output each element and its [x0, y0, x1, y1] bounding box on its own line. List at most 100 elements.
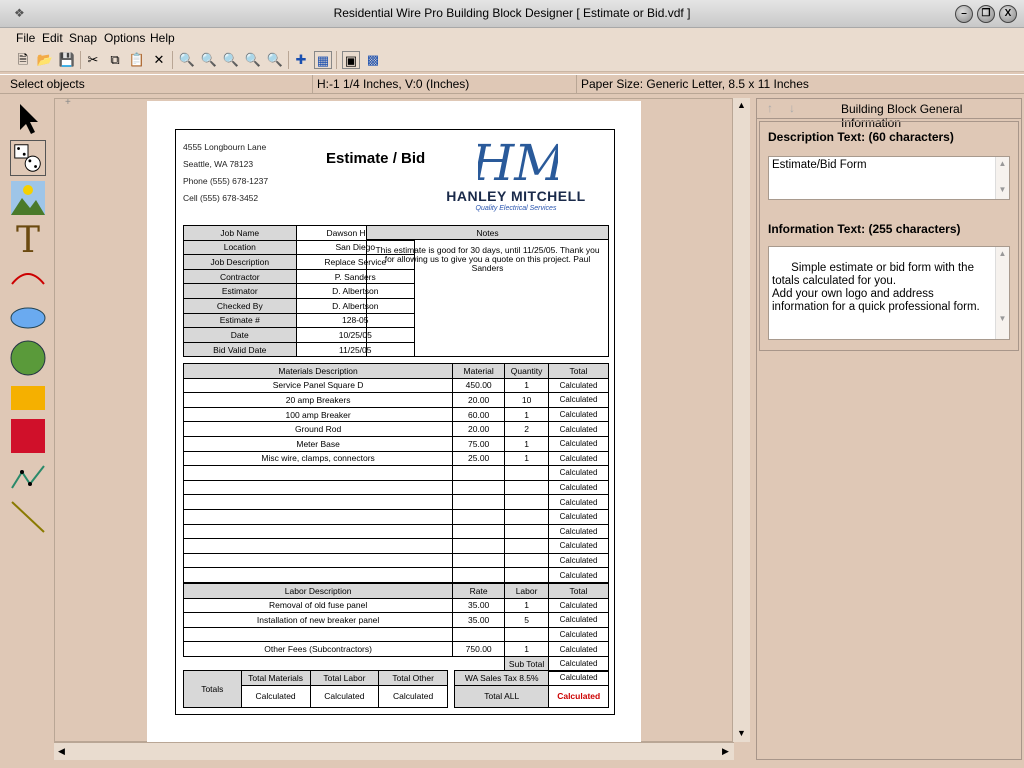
minimize-button[interactable]: –	[955, 5, 973, 23]
menu-edit[interactable]: Edit	[42, 31, 63, 45]
zoom-page-icon[interactable]: 🔍	[244, 51, 262, 69]
estimate-form[interactable]: 4555 Longbourn Lane Seattle, WA 78123 Ph…	[175, 129, 615, 715]
paste-icon[interactable]: 📋	[128, 51, 146, 69]
table-row: Calculated	[182, 538, 609, 554]
menu-bar: File Edit Snap Options Help	[0, 28, 1024, 48]
labor-cell: 35.00	[452, 597, 506, 614]
logo-company-name: HANLEY MITCHELL	[446, 188, 586, 204]
materials-cell: 1	[504, 450, 550, 467]
crosshair-icon[interactable]: ✚	[292, 51, 310, 69]
materials-cell	[182, 465, 454, 481]
materials-header: Quantity	[504, 363, 550, 379]
image-icon[interactable]	[10, 180, 46, 216]
vertical-scrollbar[interactable]: ▲ ▼	[732, 98, 750, 742]
materials-cell: 100 amp Breaker	[182, 406, 454, 423]
scroll-down-icon[interactable]: ▼	[737, 728, 746, 738]
move-up-icon[interactable]: ↑	[767, 101, 773, 115]
materials-cell	[182, 552, 454, 569]
menu-file[interactable]: File	[16, 31, 35, 45]
labor-header: Labor	[504, 583, 550, 599]
properties-panel: ↑ ↓ Building Block General Information D…	[756, 98, 1022, 760]
materials-cell: Calculated	[548, 392, 609, 408]
menu-help[interactable]: Help	[150, 31, 175, 45]
total-other-header: Total Other	[378, 670, 448, 686]
materials-cell	[504, 552, 550, 569]
close-button[interactable]: X	[999, 5, 1017, 23]
status-bar: Select objects H:-1 1/4 Inches, V:0 (Inc…	[0, 74, 1024, 94]
building-block-icon[interactable]	[10, 140, 46, 176]
scroll-right-icon[interactable]: ▶	[722, 746, 729, 757]
status-paper-size: Paper Size: Generic Letter, 8.5 x 11 Inc…	[576, 75, 1022, 94]
tax-label: WA Sales Tax 8.5%	[453, 670, 550, 686]
total-labor-value: Calculated	[309, 684, 380, 708]
zoom-width-icon[interactable]: 🔍	[266, 51, 284, 69]
scroll-left-icon[interactable]: ◀	[58, 746, 65, 757]
ellipse-icon[interactable]	[10, 300, 46, 336]
window-title: Residential Wire Pro Building Block Desi…	[333, 6, 691, 20]
description-scrollbar[interactable]: ▲ ▼	[995, 157, 1009, 199]
move-down-icon[interactable]: ↓	[789, 101, 795, 115]
labor-cell	[182, 626, 454, 643]
menu-snap[interactable]: Snap	[69, 31, 97, 45]
scroll-up-icon[interactable]: ▲	[737, 100, 746, 110]
description-text: Estimate/Bid Form	[772, 159, 867, 171]
labor-cell	[504, 626, 550, 643]
arc-icon[interactable]	[10, 260, 46, 296]
description-textbox[interactable]: Estimate/Bid Form ▲ ▼	[768, 156, 1010, 200]
delete-icon[interactable]: ✕	[150, 51, 168, 69]
labor-cell	[452, 626, 506, 643]
materials-cell	[504, 523, 550, 540]
info-label: Date	[183, 327, 297, 343]
materials-cell: Calculated	[548, 377, 609, 394]
save-icon[interactable]: 💾	[58, 51, 76, 69]
open-icon[interactable]: 📂	[36, 51, 54, 69]
materials-cell: Calculated	[548, 421, 609, 437]
polyline-icon[interactable]	[10, 458, 46, 494]
copy-icon[interactable]: ⧉	[106, 51, 124, 69]
rectangle-icon[interactable]	[10, 380, 46, 416]
materials-cell: Service Panel Square D	[182, 377, 454, 394]
materials-cell	[452, 523, 506, 540]
logo-tagline: Quality Electrical Services	[475, 205, 557, 212]
circle-icon[interactable]	[10, 340, 46, 376]
cut-icon[interactable]: ✂	[84, 51, 102, 69]
materials-cell: Calculated	[548, 450, 609, 467]
blank-cell	[184, 656, 505, 671]
table-row: Other Fees (Subcontractors) 750.00 1 Calcul…	[182, 641, 609, 657]
new-icon[interactable]: 🗎	[14, 51, 32, 69]
text-tool-icon[interactable]: T	[10, 220, 46, 256]
information-textbox[interactable]: Simple estimate or bid form with the tot…	[768, 246, 1010, 340]
zoom-in-icon[interactable]: 🔍	[200, 51, 218, 69]
snap-grid-icon[interactable]: ▦	[314, 51, 332, 69]
toolbar-separator	[172, 51, 173, 69]
information-scrollbar[interactable]: ▲ ▼	[995, 247, 1009, 339]
title-bar: ❖ Residential Wire Pro Building Block De…	[0, 0, 1024, 28]
line-icon[interactable]	[10, 498, 46, 534]
info-label: Location	[183, 239, 297, 256]
address-line: Phone (555) 678-1237	[183, 176, 269, 186]
design-canvas[interactable]: 4555 Longbourn Lane Seattle, WA 78123 Ph…	[54, 97, 734, 743]
distribute-icon[interactable]: ▩	[364, 51, 382, 69]
table-row: Calculated	[182, 465, 609, 481]
zoom-out-icon[interactable]: 🔍	[178, 51, 196, 69]
paper-page[interactable]: 4555 Longbourn Lane Seattle, WA 78123 Ph…	[147, 101, 641, 743]
general-info-group: Description Text: (60 characters) Estima…	[759, 121, 1019, 351]
total-materials-header: Total Materials	[240, 670, 311, 686]
info-label: Bid Valid Date	[183, 341, 297, 358]
table-row: Misc wire, clamps, connectors 25.00 1 Calcu…	[182, 450, 609, 467]
select-arrow-icon[interactable]	[10, 100, 46, 136]
address-line: Seattle, WA 78123	[183, 159, 254, 169]
filled-rectangle-icon[interactable]	[10, 418, 46, 454]
totals-table: Totals Total Materials Total Labor Total…	[183, 670, 448, 708]
zoom-fit-icon[interactable]: 🔍	[222, 51, 240, 69]
materials-cell: Calculated	[548, 479, 609, 496]
restore-button[interactable]: ❐	[977, 5, 995, 23]
align-icon[interactable]: ▣	[342, 51, 360, 69]
materials-cell	[182, 523, 454, 540]
labor-header: Labor Description	[182, 583, 454, 599]
menu-options[interactable]: Options	[104, 31, 145, 45]
materials-table: Materials Description Material Quantity Tot…	[182, 363, 609, 583]
horizontal-scrollbar[interactable]: ◀ ▶	[54, 742, 734, 760]
table-row: Calculated	[182, 626, 609, 643]
toolbar-separator	[336, 51, 337, 69]
